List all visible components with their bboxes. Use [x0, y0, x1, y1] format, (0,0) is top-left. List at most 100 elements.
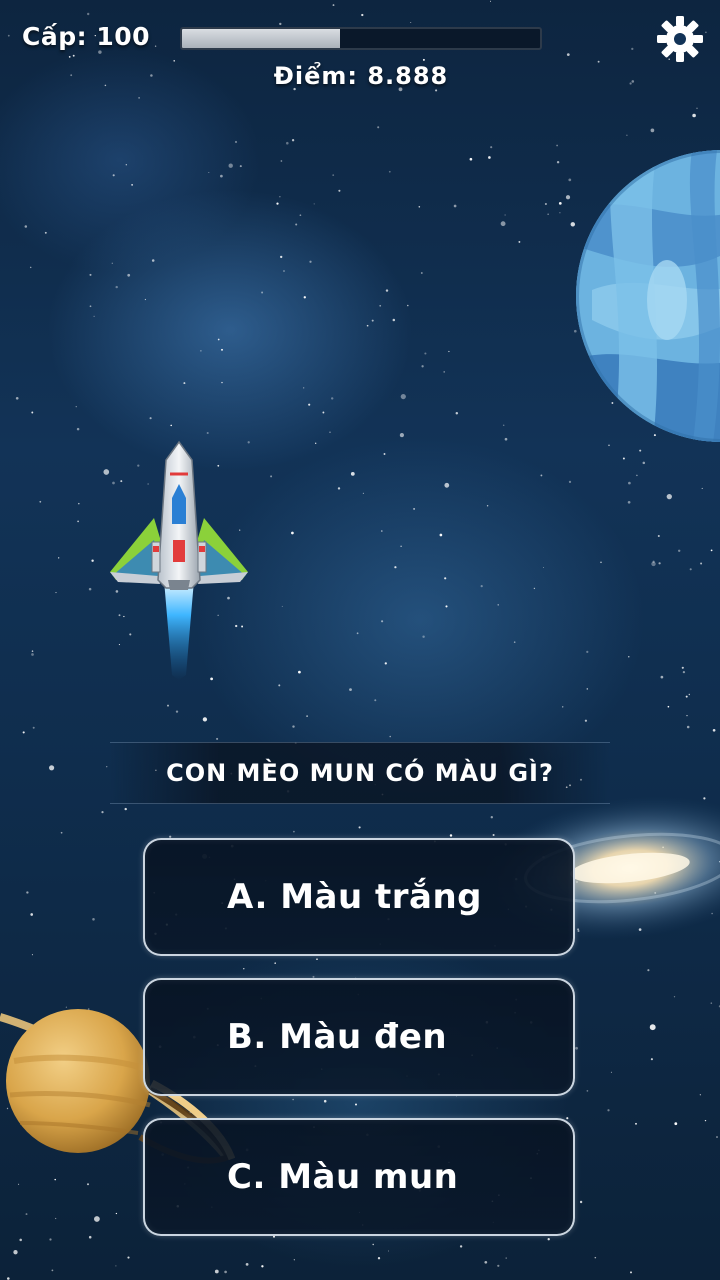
star [568, 178, 572, 182]
star [542, 566, 545, 569]
gear-icon [657, 16, 703, 62]
star [13, 1250, 18, 1255]
star [642, 461, 646, 465]
star [685, 695, 688, 698]
star [400, 545, 402, 547]
star [58, 557, 60, 559]
star [91, 559, 94, 562]
star [586, 1090, 589, 1092]
star [445, 605, 448, 608]
star [650, 1058, 653, 1061]
star [87, 12, 90, 16]
star [88, 1235, 92, 1239]
star [239, 165, 242, 168]
star [362, 492, 364, 494]
star [291, 531, 294, 535]
star [115, 285, 118, 289]
star [678, 549, 681, 552]
star [544, 202, 547, 206]
star [399, 433, 404, 438]
star [51, 1269, 54, 1272]
star [278, 684, 281, 687]
star [183, 382, 186, 385]
star [658, 562, 661, 565]
star [112, 174, 115, 177]
star [505, 1257, 507, 1259]
star [439, 533, 443, 537]
star [626, 134, 628, 136]
star [448, 350, 450, 353]
star [372, 1243, 374, 1246]
star [388, 170, 391, 173]
star [261, 1265, 264, 1268]
star [586, 688, 589, 690]
star [44, 231, 47, 234]
star [686, 715, 688, 717]
star [49, 1238, 52, 1241]
star [337, 487, 341, 490]
star [380, 530, 383, 532]
star [316, 958, 318, 961]
star [216, 737, 219, 740]
star [106, 766, 108, 768]
star [127, 273, 131, 277]
star [88, 587, 92, 591]
star [497, 1264, 500, 1267]
star [533, 587, 536, 590]
star [480, 584, 483, 588]
star [381, 620, 384, 623]
star [389, 735, 391, 738]
star [206, 431, 209, 435]
star [355, 1103, 357, 1106]
star [394, 566, 397, 569]
star [559, 212, 561, 214]
settings-button[interactable] [655, 14, 705, 64]
star [385, 289, 389, 292]
star [154, 45, 157, 47]
star [688, 693, 691, 696]
star [167, 704, 169, 707]
star [660, 675, 664, 679]
star [94, 1216, 100, 1222]
star [666, 493, 672, 500]
star [308, 403, 311, 406]
star [631, 80, 635, 83]
star [149, 417, 152, 420]
star [86, 1183, 90, 1186]
star [657, 534, 660, 538]
star [279, 196, 281, 198]
star [504, 214, 506, 216]
star [696, 107, 698, 110]
star [309, 260, 312, 263]
star [283, 270, 285, 272]
answer-label-c: C. Màu mun [227, 1157, 459, 1197]
answer-button-a[interactable]: A. Màu trắng [143, 838, 575, 956]
star [469, 157, 473, 161]
star [636, 474, 638, 477]
star [366, 324, 369, 327]
star [484, 1260, 488, 1264]
star [220, 174, 223, 178]
star [15, 396, 19, 400]
star [25, 1213, 28, 1216]
star [518, 240, 521, 243]
star [490, 146, 493, 149]
star [200, 350, 202, 352]
star [151, 259, 155, 262]
star [692, 113, 696, 118]
answer-button-c[interactable]: C. Màu mun [143, 1118, 575, 1236]
star [291, 139, 295, 142]
star [76, 427, 80, 431]
star [280, 160, 283, 162]
star [635, 1122, 637, 1125]
star [31, 954, 33, 956]
star [270, 475, 273, 478]
star [607, 1109, 610, 1112]
star [556, 160, 560, 164]
star [424, 352, 427, 355]
star [173, 60, 175, 62]
answer-button-b[interactable]: B. Màu đen [143, 978, 575, 1096]
star [208, 171, 210, 174]
star [710, 549, 713, 552]
star [26, 891, 29, 894]
